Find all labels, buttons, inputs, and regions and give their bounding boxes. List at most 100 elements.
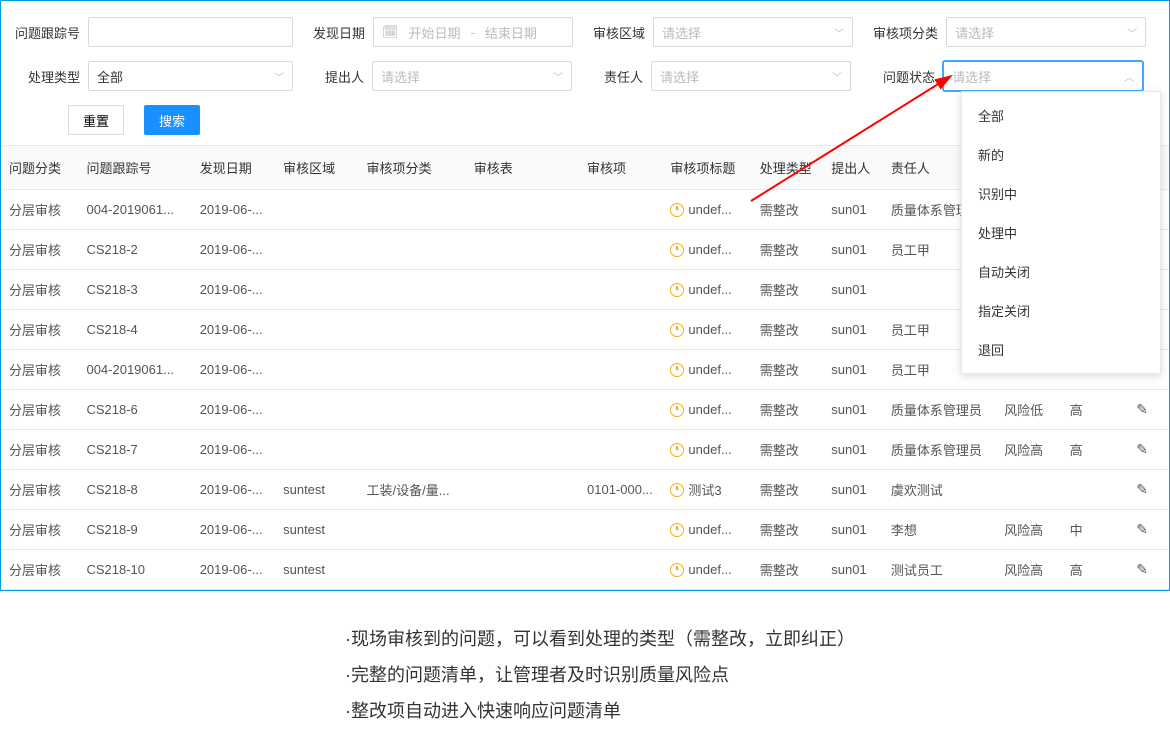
tracking-label: 问题跟踪号 xyxy=(15,23,80,42)
table-cell xyxy=(466,430,579,470)
table-cell xyxy=(359,430,466,470)
table-cell xyxy=(579,350,662,390)
table-cell: 2019-06-... xyxy=(192,230,275,270)
title-text: 测试3 xyxy=(688,480,721,499)
note-line: ·整改项自动进入快速响应问题清单 xyxy=(345,693,1170,729)
tracking-input[interactable] xyxy=(88,17,293,47)
clock-icon xyxy=(670,243,684,257)
clock-icon xyxy=(670,483,684,497)
date-range-input[interactable]: 🗓 开始日期 - 结束日期 xyxy=(373,17,573,47)
clock-icon xyxy=(670,563,684,577)
status-option[interactable]: 识别中 xyxy=(962,174,1160,213)
table-row[interactable]: 分层审核CS218-92019-06-...suntestundef...需整改… xyxy=(1,510,1169,550)
table-cell xyxy=(466,470,579,510)
table-cell: ✎ xyxy=(1115,510,1169,550)
table-cell xyxy=(275,350,358,390)
edit-icon[interactable]: ✎ xyxy=(1136,521,1148,537)
table-cell: 需整改 xyxy=(752,510,824,550)
table-cell: undef... xyxy=(662,510,751,550)
table-cell: 高 xyxy=(1062,550,1116,590)
audit-area-ph: 请选择 xyxy=(662,23,701,42)
table-cell: CS218-10 xyxy=(78,550,191,590)
status-option[interactable]: 退回 xyxy=(962,330,1160,369)
table-cell xyxy=(466,310,579,350)
table-cell: sun01 xyxy=(823,470,883,510)
edit-icon[interactable]: ✎ xyxy=(1136,481,1148,497)
audit-category-select[interactable]: 请选择 ﹀ xyxy=(946,17,1146,47)
table-cell: 质量体系管理员 xyxy=(883,390,996,430)
title-text: undef... xyxy=(688,522,731,537)
title-text: undef... xyxy=(688,322,731,337)
reset-button[interactable]: 重置 xyxy=(68,105,124,135)
status-option[interactable]: 新的 xyxy=(962,135,1160,174)
column-header: 问题分类 xyxy=(1,146,78,190)
table-cell: 2019-06-... xyxy=(192,550,275,590)
table-cell: 需整改 xyxy=(752,230,824,270)
status-option[interactable]: 自动关闭 xyxy=(962,252,1160,291)
issue-status-select[interactable]: 请选择 ︿ xyxy=(943,61,1143,91)
calendar-icon: 🗓 xyxy=(382,24,399,40)
table-row[interactable]: 分层审核CS218-72019-06-...undef...需整改sun01质量… xyxy=(1,430,1169,470)
table-cell: 分层审核 xyxy=(1,430,78,470)
submitter-select[interactable]: 请选择 ﹀ xyxy=(372,61,572,91)
table-cell xyxy=(579,270,662,310)
table-cell: undef... xyxy=(662,230,751,270)
table-cell: 需整改 xyxy=(752,550,824,590)
table-cell: 004-2019061... xyxy=(78,350,191,390)
table-cell: 需整改 xyxy=(752,430,824,470)
chevron-down-icon: ﹀ xyxy=(274,69,284,84)
table-cell: undef... xyxy=(662,390,751,430)
table-cell xyxy=(275,310,358,350)
table-cell xyxy=(466,550,579,590)
edit-icon[interactable]: ✎ xyxy=(1136,561,1148,577)
status-option[interactable]: 全部 xyxy=(962,96,1160,135)
responsible-label: 责任人 xyxy=(604,67,643,86)
edit-icon[interactable]: ✎ xyxy=(1136,401,1148,417)
note-line: ·完整的问题清单，让管理者及时识别质量风险点 xyxy=(345,657,1170,693)
process-type-select[interactable]: 全部 ﹀ xyxy=(88,61,293,91)
filter-row-1: 问题跟踪号 发现日期 🗓 开始日期 - 结束日期 审核区域 请选择 ﹀ xyxy=(11,17,1159,47)
table-cell: suntest xyxy=(275,550,358,590)
table-cell: 2019-06-... xyxy=(192,190,275,230)
table-cell xyxy=(579,510,662,550)
table-cell: sun01 xyxy=(823,190,883,230)
table-cell: CS218-2 xyxy=(78,230,191,270)
table-cell xyxy=(466,350,579,390)
search-button[interactable]: 搜索 xyxy=(144,105,200,135)
table-cell xyxy=(359,310,466,350)
status-dropdown: 全部新的识别中处理中自动关闭指定关闭退回 xyxy=(961,91,1161,374)
table-cell xyxy=(275,230,358,270)
table-cell: 分层审核 xyxy=(1,350,78,390)
start-date-ph: 开始日期 xyxy=(409,23,461,42)
table-row[interactable]: 分层审核CS218-62019-06-...undef...需整改sun01质量… xyxy=(1,390,1169,430)
clock-icon xyxy=(670,283,684,297)
table-row[interactable]: 分层审核CS218-82019-06-...suntest工装/设备/量...0… xyxy=(1,470,1169,510)
table-cell: undef... xyxy=(662,350,751,390)
table-cell xyxy=(579,430,662,470)
table-cell xyxy=(579,190,662,230)
edit-icon[interactable]: ✎ xyxy=(1136,441,1148,457)
table-cell: 分层审核 xyxy=(1,310,78,350)
table-cell: 2019-06-... xyxy=(192,510,275,550)
discovery-date-label: 发现日期 xyxy=(313,23,365,42)
table-cell xyxy=(275,390,358,430)
table-cell: 需整改 xyxy=(752,310,824,350)
submitter-label: 提出人 xyxy=(325,67,364,86)
title-text: undef... xyxy=(688,202,731,217)
responsible-select[interactable]: 请选择 ﹀ xyxy=(651,61,851,91)
audit-area-label: 审核区域 xyxy=(593,23,645,42)
status-option[interactable]: 处理中 xyxy=(962,213,1160,252)
status-option[interactable]: 指定关闭 xyxy=(962,291,1160,330)
table-cell: 需整改 xyxy=(752,270,824,310)
table-cell xyxy=(359,270,466,310)
audit-area-select[interactable]: 请选择 ﹀ xyxy=(653,17,853,47)
notes-section: ·现场审核到的问题，可以看到处理的类型（需整改，立即纠正）·完整的问题清单，让管… xyxy=(345,621,1170,729)
table-cell xyxy=(466,510,579,550)
table-cell: 工装/设备/量... xyxy=(359,470,466,510)
chevron-down-icon: ﹀ xyxy=(832,69,842,84)
table-cell: 需整改 xyxy=(752,470,824,510)
table-cell xyxy=(275,270,358,310)
table-cell: CS218-8 xyxy=(78,470,191,510)
title-text: undef... xyxy=(688,442,731,457)
table-row[interactable]: 分层审核CS218-102019-06-...suntestundef...需整… xyxy=(1,550,1169,590)
